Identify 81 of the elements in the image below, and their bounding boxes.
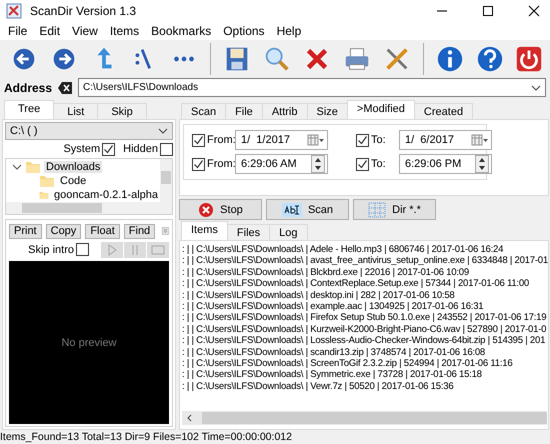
clear-icon[interactable] <box>58 82 72 94</box>
app-icon <box>6 3 22 19</box>
checkbox-label: From: <box>207 134 233 146</box>
grid-icon <box>368 202 386 218</box>
checkbox-label: System <box>63 143 100 155</box>
time-field[interactable]: 6:29:06 PM <box>399 154 492 174</box>
window-title: ScanDir Version 1.3 <box>30 4 136 18</box>
text-cursor-icon <box>282 202 302 216</box>
spinner-icon[interactable] <box>311 155 325 173</box>
tree-item[interactable]: Code <box>58 174 88 186</box>
result-line[interactable]: : | | C:\Users\ILFS\Downloads\ | Kurzweil-K2000-Bright-Piano-C6.wav | 527890 | 2017-01-0 <box>182 324 546 336</box>
preview-button[interactable]: Float <box>85 224 120 238</box>
tab[interactable]: >Modified <box>346 100 415 119</box>
folder-icon <box>25 160 41 174</box>
checkbox-label: To: <box>371 134 387 146</box>
checkbox[interactable] <box>192 134 205 146</box>
tree-item[interactable]: gooncam-0.2.1-alpha <box>52 188 160 200</box>
result-line[interactable]: : | | C:\Users\ILFS\Downloads\ | example.aac | 1304925 | 2017-01-06 16:31 <box>182 300 484 312</box>
result-line[interactable]: : | | C:\Users\ILFS\Downloads\ | Vewr.7z | 50520 | 2017-01-06 15:36 <box>182 380 454 392</box>
menu-item[interactable]: Help <box>270 24 308 38</box>
result-line[interactable]: : | | C:\Users\ILFS\Downloads\ | Blckbrd.exe | 22016 | 2017-01-06 10:09 <box>182 266 469 278</box>
tab[interactable]: Tree <box>4 100 54 119</box>
power-icon[interactable] <box>514 44 544 74</box>
checkbox[interactable] <box>192 158 205 170</box>
checkbox[interactable] <box>102 142 116 156</box>
checkbox[interactable] <box>76 243 89 256</box>
action-button[interactable]: Stop <box>179 199 262 220</box>
menu-item[interactable]: Edit <box>33 24 66 38</box>
preview-button[interactable]: Print <box>9 224 42 238</box>
checkbox-label: Hidden <box>123 143 158 155</box>
tab[interactable]: Created <box>414 103 474 119</box>
tab[interactable]: Items <box>181 221 228 240</box>
scrollbar[interactable] <box>6 202 172 214</box>
close-icon[interactable] <box>528 5 540 17</box>
scrollbar[interactable] <box>182 411 547 425</box>
menu-item[interactable]: Bookmarks <box>145 24 218 38</box>
result-line[interactable]: : | | C:\Users\ILFS\Downloads\ | Lossless-Audio-Checker-Windows-64bit.zip | 514395 | 201 <box>182 335 546 347</box>
menu-item[interactable]: View <box>66 24 104 38</box>
date-field[interactable]: 1/ 1/2017 <box>235 130 328 150</box>
status-text: Items_Found=13 Total=13 Dir=9 Files=102 Time=00:00:00:012 <box>0 430 292 444</box>
result-line[interactable]: : | | C:\Users\ILFS\Downloads\ | Adele - Hello.mp3 | 6806746 | 2017-01-06 16:24 <box>182 244 504 256</box>
tab[interactable]: Skip <box>97 103 147 119</box>
menu-item[interactable]: Items <box>104 24 146 38</box>
checkbox-label: Skip intro <box>28 244 74 256</box>
stop-icon <box>198 202 214 218</box>
action-button[interactable]: Scan <box>266 199 349 220</box>
result-line[interactable]: : | | C:\Users\ILFS\Downloads\ | desktop.ini | 282 | 2017-01-06 10:58 <box>182 290 455 301</box>
menu-item[interactable]: Options <box>217 24 271 38</box>
preview-button[interactable]: Find <box>124 224 156 238</box>
menu-item[interactable]: File <box>2 24 34 38</box>
checkbox-label: To: <box>371 158 387 170</box>
scrollbar[interactable] <box>160 159 172 202</box>
tab[interactable]: Scan <box>181 103 226 119</box>
help-icon[interactable] <box>475 44 505 74</box>
calendar-icon[interactable] <box>307 134 325 146</box>
address-field[interactable]: C:\Users\ILFS\Downloads <box>78 78 546 97</box>
result-line[interactable]: : | | C:\Users\ILFS\Downloads\ | Firefox Setup Stub 50.1.0.exe | 243552 | 2017-01-06 17:19 <box>182 312 546 324</box>
result-line[interactable]: : | | C:\Users\ILFS\Downloads\ | Symmetric.exe | 73728 | 2017-01-06 15:18 <box>182 369 482 381</box>
collapse-icon[interactable] <box>12 162 22 172</box>
drive-dropdown[interactable]: C:\ ( ) <box>5 122 173 140</box>
result-line[interactable]: : | | C:\Users\ILFS\Downloads\ | avast_free_antivirus_setup_online.exe | 6334848 | 2017-01 <box>182 255 548 267</box>
checkbox[interactable] <box>356 158 369 170</box>
time-field[interactable]: 6:29:06 AM <box>235 154 328 174</box>
scroll-left-icon[interactable] <box>186 414 194 422</box>
checkbox[interactable] <box>160 142 173 156</box>
result-line[interactable]: : | | C:\Users\ILFS\Downloads\ | scandir13.zip | 3748574 | 2017-01-06 16:08 <box>182 346 486 358</box>
preview-button[interactable]: Copy <box>46 224 82 238</box>
preview-message: No preview <box>61 336 117 348</box>
tree-item[interactable]: Downloads <box>44 160 102 172</box>
action-button[interactable]: Dir *.* <box>353 199 436 220</box>
calendar-icon[interactable] <box>471 134 489 146</box>
result-line[interactable]: : | | C:\Users\ILFS\Downloads\ | ContextReplace.Setup.exe | 57344 | 2017-01-06 11:00 <box>182 278 529 290</box>
tab[interactable]: Log <box>269 224 308 240</box>
maximize-icon[interactable] <box>482 5 494 17</box>
checkbox[interactable] <box>356 134 369 146</box>
spinner-icon[interactable] <box>475 155 489 173</box>
checkbox-label: From: <box>207 158 233 170</box>
address-label: Address <box>4 80 52 94</box>
result-line[interactable]: : | | C:\Users\ILFS\Downloads\ | ScreenToGif 2.3.2.zip | 524994 | 2017-01-06 11:16 <box>182 358 512 370</box>
info-icon[interactable] <box>435 44 465 74</box>
date-field[interactable]: 1/ 6/2017 <box>399 130 492 150</box>
